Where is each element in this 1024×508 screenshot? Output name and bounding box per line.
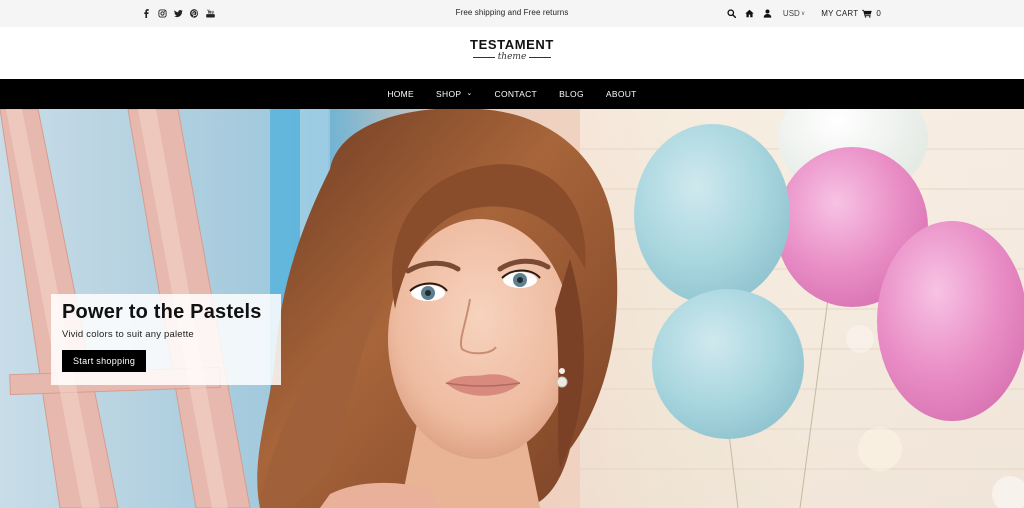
- nav-item-about[interactable]: ABOUT: [606, 89, 637, 99]
- top-bar: Free shipping and Free returns USD ∨ MY …: [0, 0, 1024, 27]
- user-icon[interactable]: [763, 7, 773, 19]
- logo-main-text: TESTAMENT: [470, 37, 554, 52]
- cart-label: MY CART: [821, 8, 859, 18]
- currency-label: USD: [782, 8, 800, 18]
- site-logo[interactable]: TESTAMENT theme: [462, 38, 562, 63]
- nav-item-home[interactable]: HOME: [387, 89, 414, 99]
- search-icon[interactable]: [727, 7, 737, 19]
- logo-sub-text: theme: [462, 52, 562, 63]
- main-nav: HOME SHOP ⌄ CONTACT BLOG ABOUT: [0, 79, 1024, 109]
- cart-link[interactable]: MY CART 0: [821, 9, 881, 18]
- nav-item-label: SHOP: [436, 89, 462, 99]
- start-shopping-button[interactable]: Start shopping: [62, 350, 147, 372]
- home-icon[interactable]: [745, 7, 755, 19]
- nav-item-label: HOME: [387, 89, 415, 99]
- nav-item-label: ABOUT: [605, 89, 637, 99]
- cart-icon: [862, 9, 873, 18]
- hero-caption: Power to the Pastels Vivid colors to sui…: [51, 294, 281, 385]
- nav-item-contact[interactable]: CONTACT: [495, 89, 538, 99]
- hero-title: Power to the Pastels: [62, 301, 262, 323]
- nav-item-shop[interactable]: SHOP ⌄: [436, 89, 472, 99]
- nav-item-label: BLOG: [559, 89, 584, 99]
- nav-item-blog[interactable]: BLOG: [559, 89, 584, 99]
- nav-item-label: CONTACT: [494, 89, 538, 99]
- currency-selector[interactable]: USD ∨: [783, 9, 805, 18]
- hero-subtitle: Vivid colors to suit any palette: [62, 329, 194, 340]
- utility-links: USD ∨ MY CART 0: [727, 6, 881, 20]
- chevron-down-icon: ∨: [800, 10, 806, 17]
- cart-count: 0: [876, 8, 881, 18]
- chevron-down-icon: ⌄: [466, 90, 473, 97]
- hero-banner: Power to the Pastels Vivid colors to sui…: [0, 109, 1024, 508]
